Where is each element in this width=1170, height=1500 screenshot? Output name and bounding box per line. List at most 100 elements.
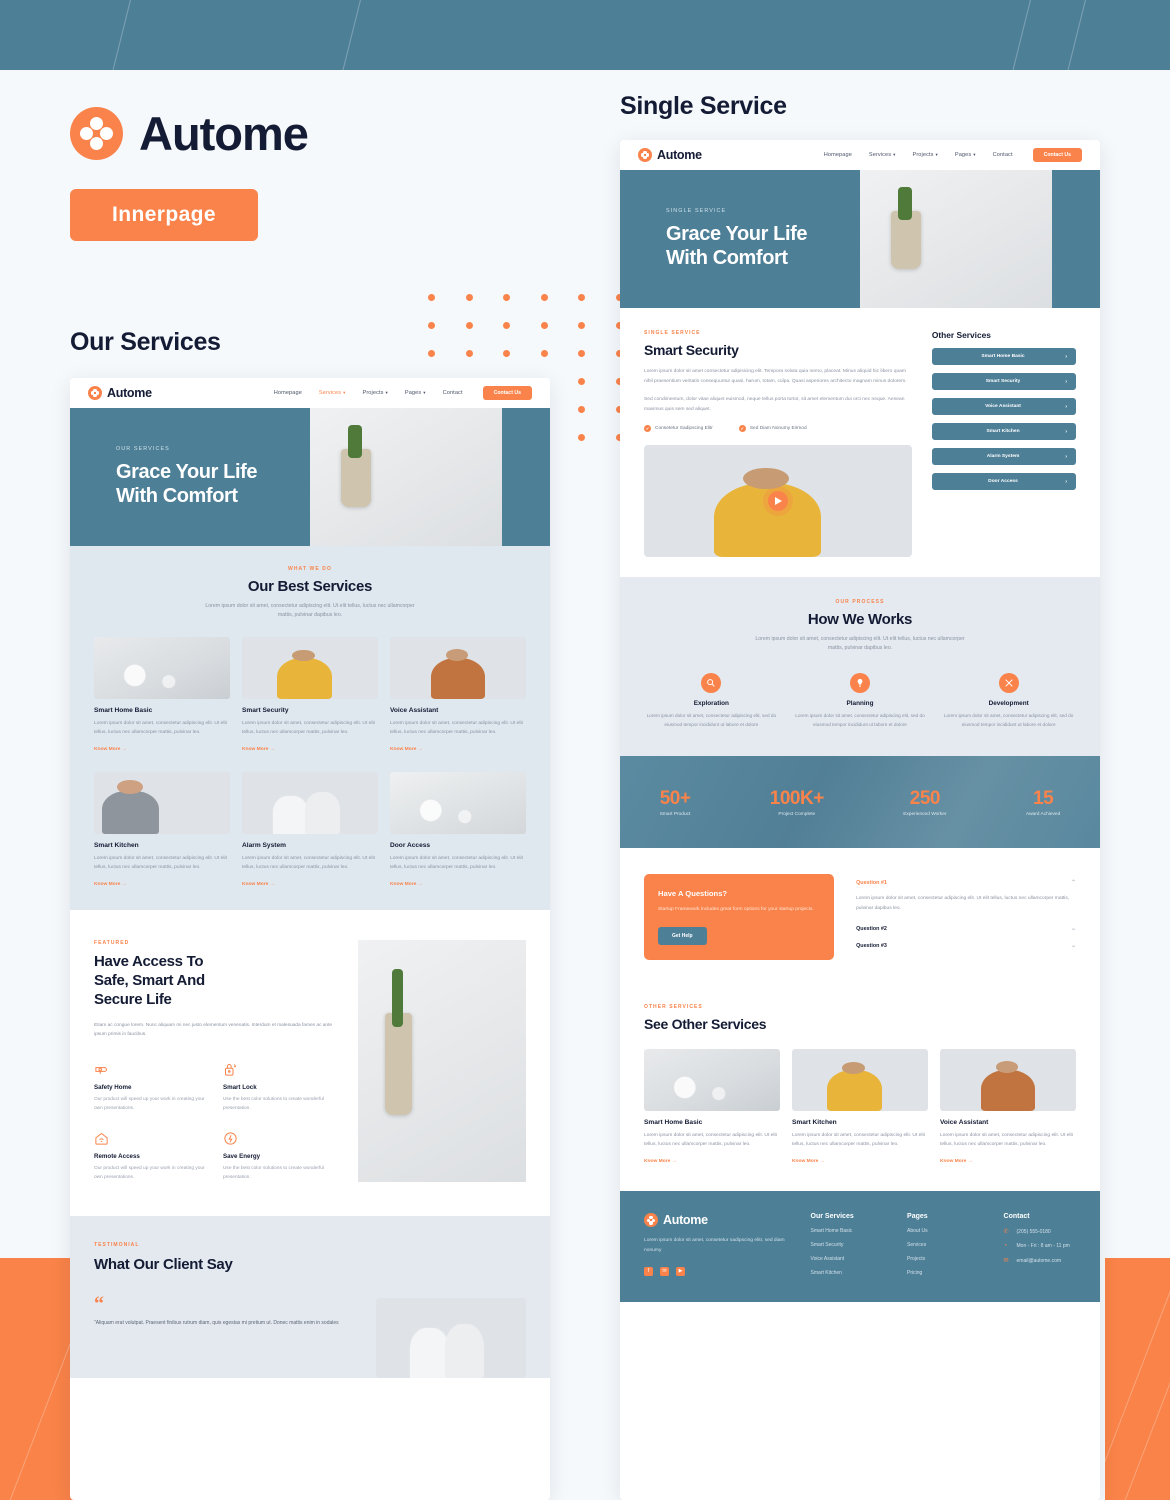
dot (465, 322, 473, 329)
single-service-checklist: ✔ Consetetur Sadipscing Elitr ✔ Sed Diam No… (644, 425, 912, 433)
service-card[interactable]: Door Access Lorem ipsum dolor sit amet, c… (390, 772, 526, 890)
clover-logo-icon (70, 107, 123, 160)
footer-link[interactable]: About Us (907, 1228, 979, 1234)
know-more-link[interactable]: Know More → (390, 882, 423, 887)
service-card[interactable]: Voice Assistant Lorem ipsum dolor sit ame… (390, 637, 526, 755)
know-more-link[interactable]: Know More → (792, 1159, 825, 1164)
nav-item-services[interactable]: Services ▾ (869, 152, 896, 158)
contact-us-button[interactable]: Contact Us (1032, 148, 1082, 162)
footer-link[interactable]: Voice Assistant (811, 1256, 883, 1262)
service-card-text: Lorem ipsum dolor sit amet, consectetur … (940, 1133, 1073, 1148)
dot (578, 378, 585, 385)
know-more-link[interactable]: Know More → (242, 747, 275, 752)
faq-question[interactable]: Question #2 ⌄ (856, 920, 1076, 937)
nav-item-homepage[interactable]: Homepage (824, 152, 852, 158)
featured-title-line1: Have Access To (94, 953, 204, 971)
footer-link[interactable]: Smart Security (811, 1242, 883, 1248)
save-energy-icon (223, 1131, 238, 1146)
stat-number: 100K+ (769, 787, 825, 809)
footer-link[interactable]: Smart Home Basic (811, 1228, 883, 1234)
footer-link[interactable]: Pricing (907, 1270, 979, 1276)
know-more-link[interactable]: Know More → (94, 747, 127, 752)
service-card[interactable]: Smart Home Basic Lorem ipsum dolor sit am… (644, 1049, 780, 1167)
nav-item-projects[interactable]: Projects ▾ (913, 152, 938, 158)
sidebar-service-voice-assistant[interactable]: Voice Assistant › (931, 398, 1076, 415)
innerpage-badge[interactable]: Innerpage (70, 189, 258, 241)
know-more-link[interactable]: Know More → (390, 747, 423, 752)
stat-label: Smart Product (659, 811, 691, 817)
know-more-link[interactable]: Know More → (940, 1159, 973, 1164)
nav-item-contact[interactable]: Contact (443, 390, 463, 396)
sidebar-service-smart-home-basic[interactable]: Smart Home Basic › (931, 348, 1076, 365)
hero-photo (860, 170, 1052, 308)
youtube-icon[interactable]: ▶ (676, 1266, 685, 1276)
nav-item-pages[interactable]: Pages ▾ (405, 390, 426, 396)
facebook-icon[interactable]: f (644, 1266, 653, 1276)
tools-icon (998, 673, 1019, 694)
nav-item-contact[interactable]: Contact (993, 152, 1013, 158)
nav-item-services[interactable]: Services ▾ (319, 390, 346, 396)
contact-us-button[interactable]: Contact Us (482, 386, 532, 400)
check-item: ✔ Sed Diam Nonumy Eirmod (738, 425, 807, 433)
faq-question[interactable]: Question #1 ⌃ (856, 874, 1076, 891)
featured-section: FEATURED Have Access To Safe, Smart And … (70, 910, 550, 1217)
nav-item-pages[interactable]: Pages ▾ (955, 152, 976, 158)
testimonial-photo (376, 1298, 526, 1379)
faq-question-label: Question #2 (856, 925, 887, 932)
featured-items: Safety Home Our product will speed up you… (94, 1062, 336, 1182)
sidebar-service-alarm-system[interactable]: Alarm System › (931, 448, 1076, 465)
navbar-logo[interactable]: Autome (638, 148, 702, 162)
know-more-link[interactable]: Know More → (644, 1159, 677, 1164)
featured-title: Have Access To Safe, Smart And Secure Li… (94, 953, 336, 1010)
sidebar-service-smart-security[interactable]: Smart Security › (931, 373, 1076, 390)
service-card[interactable]: Alarm System Lorem ipsum dolor sit amet, … (242, 772, 378, 890)
footer-link[interactable]: Projects (907, 1256, 979, 1262)
service-card[interactable]: Smart Home Basic Lorem ipsum dolor sit am… (94, 637, 230, 755)
chevron-right-icon: › (1065, 428, 1067, 435)
sidebar-service-smart-kitchen[interactable]: Smart Kitchen › (931, 423, 1076, 440)
nav-item-homepage[interactable]: Homepage (274, 390, 302, 396)
nav-item-projects[interactable]: Projects ▾ (363, 390, 388, 396)
service-card-text: Lorem ipsum dolor sit amet, consectetur … (644, 1133, 777, 1148)
footer-link[interactable]: Smart Kitchen (811, 1270, 883, 1276)
service-card[interactable]: Smart Security Lorem ipsum dolor sit amet… (242, 637, 378, 755)
footer-contact-row[interactable]: ✆ (205) 555-0180 (1004, 1228, 1076, 1236)
footer-contact-row[interactable]: ✉ email@autome.com (1004, 1257, 1076, 1265)
service-video[interactable] (644, 445, 912, 558)
play-button-icon[interactable] (767, 491, 788, 512)
process-step-text: Lorem ipsum dolor sit amet, consectetur … (646, 713, 777, 728)
know-more-link[interactable]: Know More → (242, 882, 275, 887)
remote-home-icon (94, 1131, 109, 1146)
hero-title-line2: With Comfort (666, 247, 788, 269)
service-card[interactable]: Voice Assistant Lorem ipsum dolor sit ame… (940, 1049, 1076, 1167)
footer-logo[interactable]: Autome (644, 1213, 787, 1228)
footer-brand-block: Autome Lorem ipsum dolor sit amet, conse… (644, 1213, 787, 1276)
footer-contact-row[interactable]: ◔ Mon - Fri : 8 am - 11 pm (1004, 1243, 1076, 1249)
check-circle-icon: ✔ (644, 425, 651, 433)
faq-question[interactable]: Question #3 ⌄ (856, 937, 1076, 954)
hero-title-line2: With Comfort (116, 485, 238, 507)
dot (503, 350, 510, 357)
service-card-image (94, 637, 230, 700)
service-card[interactable]: Smart Kitchen Lorem ipsum dolor sit amet,… (792, 1049, 928, 1167)
sidebar-service-label: Voice Assistant (985, 404, 1021, 409)
footer-contact-text: Mon - Fri : 8 am - 11 pm (1016, 1243, 1070, 1250)
stats-band: 50+ Smart Product 100K+ Project Complete 250… (620, 756, 1100, 849)
navbar-logo[interactable]: Autome (88, 386, 152, 400)
featured-text: Etiam ac congue lorem. Nunc aliquam mi n… (94, 1023, 333, 1038)
navbar-left: Autome Homepage Services ▾ Projects ▾ Pages ▾ C… (70, 378, 550, 408)
footer-link[interactable]: Services (907, 1242, 979, 1248)
featured-content: FEATURED Have Access To Safe, Smart And … (94, 940, 336, 1182)
best-services-cards-row2: Smart Kitchen Lorem ipsum dolor sit amet,… (94, 772, 526, 890)
cctv-camera-icon (94, 1062, 109, 1077)
hero-title: Grace Your Life With Comfort (116, 460, 310, 509)
service-card[interactable]: Smart Kitchen Lorem ipsum dolor sit amet,… (94, 772, 230, 890)
service-card-text: Lorem ipsum dolor sit amet, consectetur … (94, 856, 227, 871)
brand-wordmark: Autome (139, 107, 309, 160)
hero-our-services: OUR SERVICES Grace Your Life With Comfor… (70, 408, 550, 546)
twitter-icon[interactable]: ✉ (660, 1266, 669, 1276)
know-more-link[interactable]: Know More → (94, 882, 127, 887)
sidebar-service-door-access[interactable]: Door Access › (931, 473, 1076, 490)
get-help-button[interactable]: Get Help (658, 927, 707, 946)
testimonial-kicker: TESTIMONIAL (94, 1242, 140, 1249)
